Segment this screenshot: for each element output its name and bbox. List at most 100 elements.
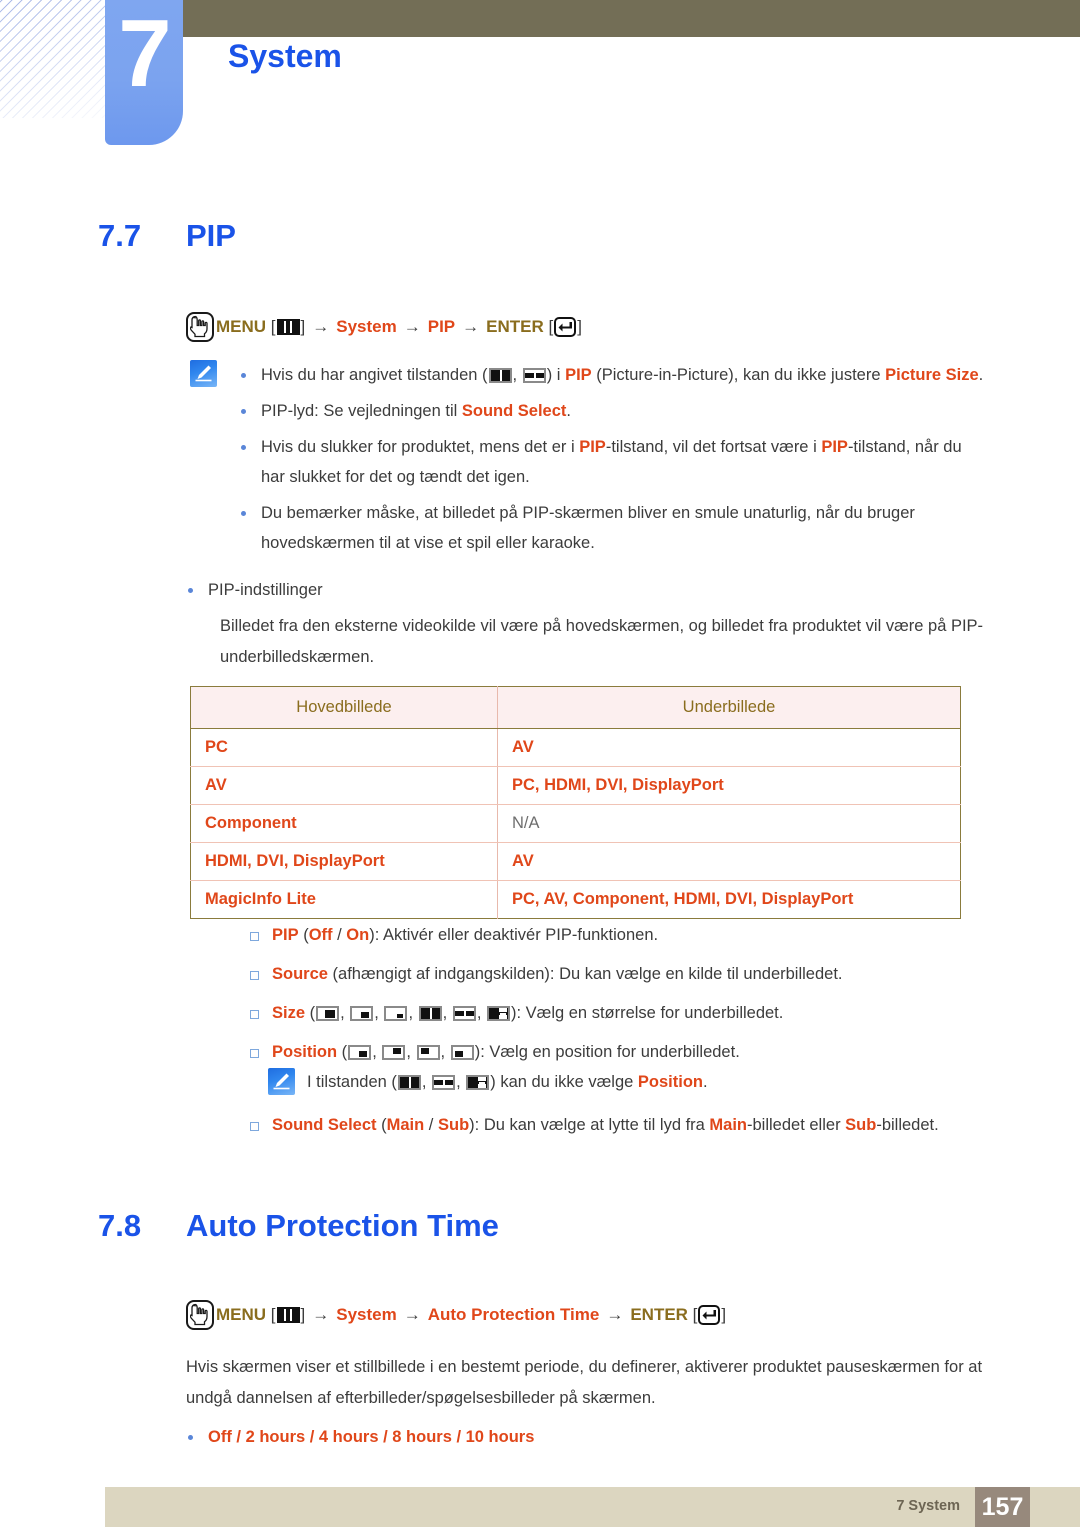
pip-size-split-wide-icon: [522, 368, 546, 383]
note1-pip: PIP: [565, 366, 592, 384]
position-note-post: ) kan du ikke vælge: [490, 1073, 638, 1091]
note1-picture-size: Picture Size: [885, 366, 979, 384]
table-header-main: Hovedbillede: [190, 686, 498, 729]
pip-size-split-half-icon: [488, 368, 512, 383]
section-number-7-7: 7.7: [98, 218, 142, 253]
menu-button-icon: [186, 1300, 214, 1330]
table-cell-sub: PC, AV, Component, HDMI, DVI, DisplayPor…: [512, 890, 854, 908]
position-note-text: I tilstanden (, , ) kan du ikke vælge Po…: [307, 1073, 708, 1091]
enter-key-icon: [554, 317, 577, 337]
option-sound-select: Sound Select (Main / Sub): Du kan vælge …: [238, 1110, 1028, 1141]
table-cell-main: AV: [190, 766, 498, 805]
option-source-label: Source: [272, 965, 328, 983]
option-pip-desc: ): Aktivér eller deaktivér PIP-funktione…: [369, 926, 659, 944]
auto-protection-paragraph: Hvis skærmen viser et stillbillede i en …: [186, 1358, 983, 1407]
table-cell-main: PC: [190, 728, 498, 767]
menu-button-icon: [186, 312, 214, 342]
note-pen-icon: [268, 1068, 295, 1095]
position-note-row: I tilstanden (, , ) kan du ikke vælge Po…: [268, 1068, 1008, 1097]
pip-notes-block: Hvis du har angivet tilstanden (, ) i PI…: [190, 360, 990, 564]
page-footer: 7 System 157: [105, 1487, 1080, 1527]
pip-note-group: Hvis du har angivet tilstanden (, ) i PI…: [190, 360, 990, 564]
table-cell-main: Component: [190, 804, 498, 843]
pip-options-block: PIP (Off / On): Aktivér eller deaktivér …: [238, 920, 1028, 1076]
chapter-header: 7 System: [0, 0, 1080, 160]
table-row: Component N/A: [190, 804, 961, 843]
option-size-desc: ): Vælg en størrelse for underbilledet.: [510, 1004, 784, 1022]
section-heading-pip: 7.7 PIP: [98, 218, 236, 254]
option-sound-desc-a: ): Du kan vælge at lytte til lyd fra: [469, 1116, 710, 1134]
option-position-label: Position: [272, 1043, 338, 1061]
table-cell-sub: PC, HDMI, DVI, DisplayPort: [497, 766, 961, 805]
table-header-row: Hovedbillede Underbillede: [190, 686, 961, 729]
table-row: HDMI, DVI, DisplayPort AV: [190, 842, 961, 881]
option-size: Size (, , , , , ): Vælg en størrelse for…: [238, 998, 1028, 1029]
pip-size-small-br-icon: [316, 1006, 340, 1021]
table-cell-sub: AV: [497, 842, 961, 881]
menu-step-pip: PIP: [427, 317, 456, 336]
menu-step-system: System: [336, 317, 397, 336]
pip-settings-block: PIP-indstillinger Billedet fra den ekste…: [176, 575, 996, 673]
chapter-number-tab: 7: [105, 0, 183, 145]
note2-end: .: [566, 402, 571, 420]
enter-key-icon: [698, 1305, 721, 1325]
header-olive-bar: [178, 0, 1080, 37]
note3-b: -tilstand, vil det fortsat være i: [605, 438, 822, 456]
pip-size-split-wide-icon: [452, 1006, 476, 1021]
option-pip: PIP (Off / On): Aktivér eller deaktivér …: [238, 920, 1028, 951]
pip-note-item-2: PIP-lyd: Se vejledningen til Sound Selec…: [229, 396, 990, 426]
auto-protection-values-block: Off / 2 hours / 4 hours / 8 hours / 10 h…: [176, 1422, 976, 1458]
pip-note-item-4: Du bemærker måske, at billedet på PIP-sk…: [229, 498, 990, 558]
option-source-desc: (afhængigt af indgangskilden): Du kan væ…: [327, 965, 843, 983]
pip-options-list: PIP (Off / On): Aktivér eller deaktivér …: [238, 920, 1028, 1068]
chapter-number: 7: [118, 0, 171, 107]
menu-path-auto-protection: MENU [] → System → Auto Protection Time …: [186, 1300, 726, 1330]
note1-after: (Picture-in-Picture), kan du ikke juster…: [591, 366, 886, 384]
auto-protection-paragraph-block: Hvis skærmen viser et stillbillede i en …: [186, 1352, 1001, 1414]
position-note-end: .: [702, 1073, 708, 1091]
note3-pip1: PIP: [579, 438, 606, 456]
menu-path-pip: MENU [] → System → PIP → ENTER [ ]: [186, 312, 582, 342]
pip-size-split-dash-icon: [466, 1075, 490, 1090]
pip-size-split-dash-icon: [486, 1006, 510, 1021]
menu-step-auto-protection-time: Auto Protection Time: [427, 1305, 600, 1324]
auto-protection-values-text: Off / 2 hours / 4 hours / 8 hours / 10 h…: [208, 1428, 535, 1446]
option-pip-off: Off: [308, 926, 333, 944]
position-note-bold: Position: [637, 1073, 703, 1091]
pip-note-item-3: Hvis du slukker for produktet, mens det …: [229, 432, 990, 492]
auto-protection-values-list: Off / 2 hours / 4 hours / 8 hours / 10 h…: [176, 1422, 976, 1452]
pip-size-tiny-br-icon: [384, 1006, 408, 1021]
menu-label: MENU: [216, 1305, 267, 1324]
section-heading-auto-protection: 7.8 Auto Protection Time: [98, 1208, 499, 1244]
enter-label: ENTER: [630, 1305, 688, 1324]
option-size-label: Size: [272, 1004, 306, 1022]
option-position: Position (, , , ): Vælg en position for …: [238, 1037, 1028, 1068]
section-title-7-8: Auto Protection Time: [186, 1208, 499, 1243]
option-sound-main-2: Main: [709, 1116, 748, 1134]
enter-label: ENTER: [486, 317, 544, 336]
pip-size-split-half-icon: [397, 1075, 421, 1090]
table-cell-sub: N/A: [497, 804, 961, 843]
pip-note-item-1: Hvis du har angivet tilstanden (, ) i PI…: [229, 360, 990, 390]
auto-protection-values: Off / 2 hours / 4 hours / 8 hours / 10 h…: [176, 1422, 976, 1452]
note1-pre: Hvis du har angivet tilstanden (: [261, 366, 488, 384]
note1-end: .: [978, 366, 984, 384]
pip-settings-heading: PIP-indstillinger: [176, 575, 996, 605]
position-note-pre: I tilstanden (: [307, 1073, 397, 1091]
position-note-block: I tilstanden (, , ) kan du ikke vælge Po…: [268, 1068, 1008, 1097]
menu-step-system: System: [336, 1305, 397, 1324]
path-arrow-1: →: [312, 317, 330, 336]
option-position-desc: ): Vælg en position for underbilledet.: [474, 1043, 740, 1061]
sound-select-list: Sound Select (Main / Sub): Du kan vælge …: [238, 1110, 1028, 1141]
pip-position-bottom-right-icon: [348, 1045, 372, 1060]
pip-size-medium-br-icon: [350, 1006, 374, 1021]
pip-notes-list: Hvis du har angivet tilstanden (, ) i PI…: [229, 360, 990, 564]
option-sound-desc-c: -billedet.: [876, 1116, 939, 1134]
footer-page-number: 157: [975, 1487, 1030, 1527]
chapter-title: System: [228, 38, 342, 74]
table-row: MagicInfo Lite PC, AV, Component, HDMI, …: [190, 880, 961, 919]
option-sound-main: Main: [386, 1116, 425, 1134]
pip-source-table-wrapper: Hovedbillede Underbillede PC AV AV PC, H…: [190, 686, 961, 919]
pip-source-table: Hovedbillede Underbillede PC AV AV PC, H…: [190, 686, 961, 919]
pip-size-split-half-icon: [418, 1006, 442, 1021]
